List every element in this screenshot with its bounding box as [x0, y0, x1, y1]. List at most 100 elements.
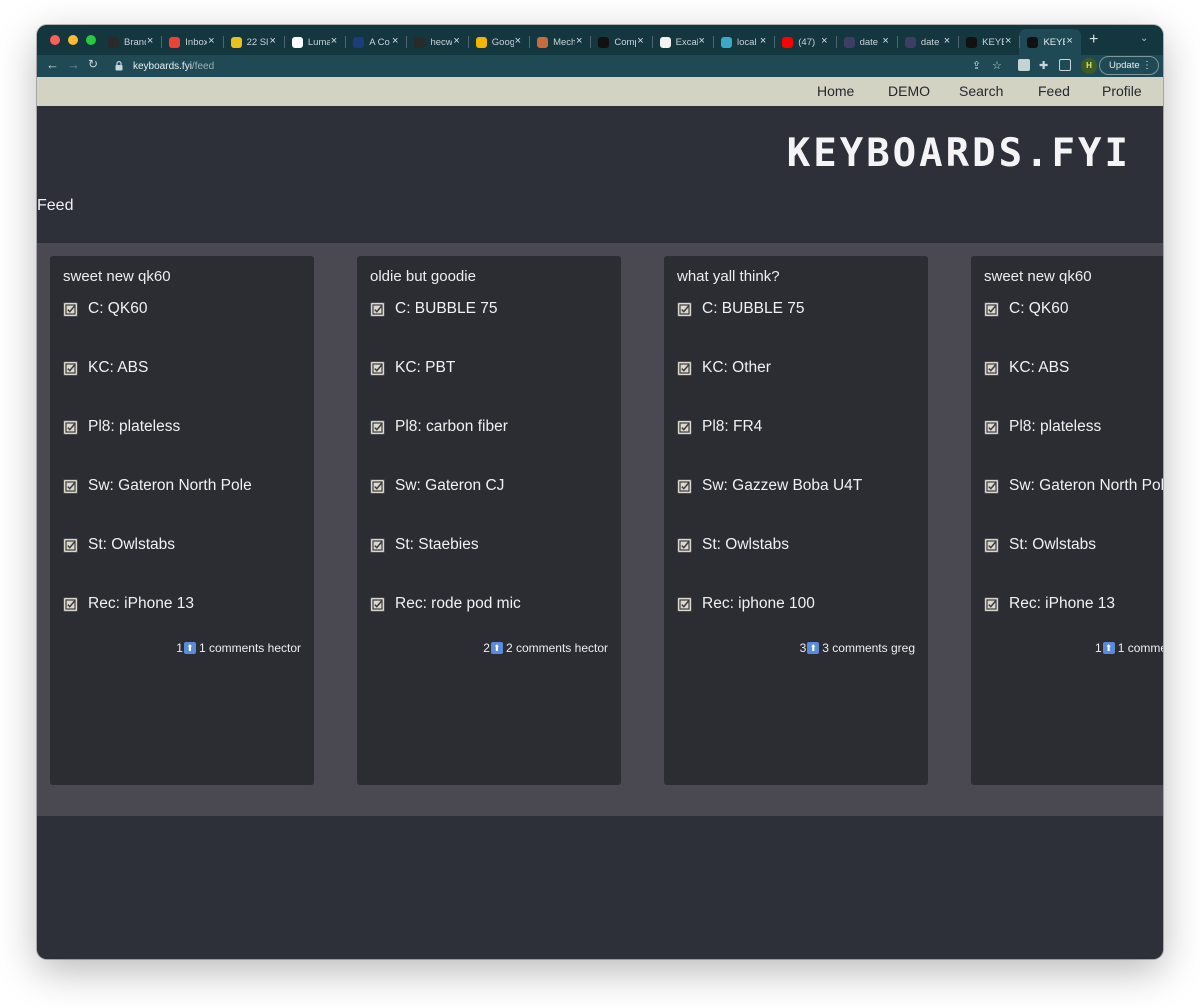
nav-search-link[interactable]: Search — [959, 83, 1003, 99]
nav-demo-link[interactable]: DEMO — [888, 83, 930, 99]
tab-close-icon[interactable]: × — [208, 35, 214, 47]
maximize-window-button[interactable] — [86, 35, 96, 45]
feed-card[interactable]: sweet new qk60 C: QK60 KC: ABS Pl8: platele… — [50, 256, 314, 785]
feed-card[interactable]: what yall think? C: BUBBLE 75 KC: Other Pl8… — [664, 256, 928, 785]
feed-card[interactable]: sweet new qk60 C: QK60 KC: ABS Pl8: platele… — [971, 256, 1163, 785]
tab-close-icon[interactable]: × — [699, 35, 705, 47]
back-arrow-icon[interactable]: ← — [46, 57, 59, 72]
spec-item: Rec: rode pod mic — [370, 594, 521, 614]
spec-item: Sw: Gateron CJ — [370, 476, 504, 496]
tab-title: Goog — [491, 36, 514, 48]
card-title[interactable]: sweet new qk60 — [984, 268, 1092, 285]
new-tab-button[interactable]: + — [1089, 31, 1098, 49]
forward-arrow-icon[interactable]: → — [67, 57, 80, 72]
card-title[interactable]: sweet new qk60 — [63, 268, 171, 285]
checkbox-icon — [984, 360, 999, 376]
nav-profile-link[interactable]: Profile — [1102, 83, 1142, 99]
tab-title: Comp — [614, 36, 636, 48]
browser-tab[interactable]: Goog × — [467, 29, 529, 55]
minimize-window-button[interactable] — [68, 35, 78, 45]
bookmark-star-icon[interactable]: ☆ — [992, 59, 1002, 72]
nav-feed-link[interactable]: Feed — [1038, 83, 1070, 99]
browser-tab[interactable]: date × — [896, 29, 958, 55]
extension-icon[interactable] — [1018, 59, 1030, 71]
card-title[interactable]: what yall think? — [677, 268, 780, 285]
browser-tab[interactable]: Excal × — [651, 29, 713, 55]
comments-link[interactable]: 1 comments — [1118, 641, 1163, 655]
tab-title: hecw — [430, 36, 453, 48]
browser-tab[interactable]: Inbox × — [161, 29, 222, 55]
close-window-button[interactable] — [50, 35, 60, 45]
globe-icon — [720, 36, 732, 48]
author-name[interactable]: hector — [268, 641, 301, 655]
browser-tab[interactable]: Comp× — [590, 29, 651, 55]
author-name[interactable]: hector — [575, 641, 608, 655]
card-footer: 3 ⬆ 3 comments greg — [800, 641, 915, 655]
more-menu-icon[interactable]: ⋮ — [1142, 57, 1152, 74]
browser-tab[interactable]: Mech × — [529, 29, 590, 55]
reload-icon[interactable]: ↻ — [88, 57, 98, 71]
upvote-icon[interactable]: ⬆ — [183, 642, 196, 654]
checkbox-icon — [677, 478, 692, 494]
comments-link[interactable]: 1 comments — [199, 641, 264, 655]
spec-item: Pl8: plateless — [63, 417, 180, 437]
browser-tab[interactable]: Luma × — [283, 29, 345, 55]
tab-close-icon[interactable]: × — [637, 35, 643, 47]
update-button[interactable]: Update ⋮ — [1099, 56, 1159, 75]
spec-text: Pl8: plateless — [1009, 418, 1102, 435]
card-title[interactable]: oldie but goodie — [370, 268, 476, 285]
tab-close-icon[interactable]: × — [1066, 35, 1072, 47]
triangle-icon — [1027, 36, 1039, 48]
checkbox-icon — [677, 419, 692, 435]
browser-tab[interactable]: date × — [835, 29, 897, 55]
spec-text: Rec: iPhone 13 — [1009, 595, 1115, 612]
browser-tab[interactable]: A Co × — [345, 29, 406, 55]
checkbox-icon — [677, 596, 692, 612]
author-name[interactable]: greg — [891, 641, 915, 655]
tab-close-icon[interactable]: × — [147, 35, 153, 47]
address-bar[interactable]: keyboards.fyi /feed — [107, 57, 1007, 75]
tab-close-icon[interactable]: × — [760, 35, 766, 47]
upvote-icon[interactable]: ⬆ — [807, 642, 820, 654]
upvote-icon[interactable]: ⬆ — [490, 642, 503, 654]
tab-close-icon[interactable]: × — [1005, 35, 1011, 47]
nav-home-link[interactable]: Home — [817, 83, 854, 99]
tab-title: KEYE — [982, 36, 1004, 48]
site-nav: Home DEMO Search Feed Profile — [37, 77, 1163, 106]
browser-tab[interactable]: 22 Sl × — [222, 29, 284, 55]
tab-close-icon[interactable]: × — [821, 35, 827, 47]
github-icon — [414, 36, 426, 48]
spec-item: Sw: Gateron North Pole — [984, 476, 1163, 496]
upvote-icon[interactable]: ⬆ — [1102, 642, 1115, 654]
comments-link[interactable]: 2 comments — [506, 641, 571, 655]
tab-close-icon[interactable]: × — [944, 35, 950, 47]
tab-search-chevron-icon[interactable]: ⌄ — [1140, 33, 1148, 44]
tab-close-icon[interactable]: × — [576, 35, 582, 47]
tab-close-icon[interactable]: × — [515, 35, 521, 47]
feed-card[interactable]: oldie but goodie C: BUBBLE 75 KC: PBT Pl8: … — [357, 256, 621, 785]
browser-tab[interactable]: KEYE× — [1019, 29, 1081, 55]
profile-avatar[interactable]: H — [1081, 58, 1097, 74]
drive-icon — [475, 36, 487, 48]
checkbox-icon — [984, 419, 999, 435]
tab-close-icon[interactable]: × — [331, 35, 337, 47]
puzzle-icon[interactable]: ✚ — [1039, 59, 1048, 72]
tab-title: KEYE — [1043, 36, 1065, 48]
tab-close-icon[interactable]: × — [882, 35, 888, 47]
spec-text: St: Owlstabs — [702, 536, 789, 553]
browser-tab[interactable]: (47) × — [774, 29, 835, 55]
comments-link[interactable]: 3 comments — [822, 641, 887, 655]
tab-close-icon[interactable]: × — [392, 35, 398, 47]
feed-list: sweet new qk60 C: QK60 KC: ABS Pl8: platele… — [37, 243, 1163, 816]
spec-item: KC: ABS — [63, 358, 148, 378]
browser-tab[interactable]: local × — [712, 29, 774, 55]
spec-item: C: QK60 — [984, 299, 1068, 319]
tab-close-icon[interactable]: × — [453, 35, 459, 47]
browser-tab[interactable]: Brand× — [100, 29, 161, 55]
share-icon[interactable]: ⇪ — [972, 59, 981, 72]
browser-tab[interactable]: hecw × — [406, 29, 467, 55]
browser-tab[interactable]: KEYE× — [958, 29, 1019, 55]
checkbox-icon — [63, 360, 78, 376]
tab-close-icon[interactable]: × — [269, 35, 275, 47]
sidebar-icon[interactable] — [1059, 59, 1071, 71]
